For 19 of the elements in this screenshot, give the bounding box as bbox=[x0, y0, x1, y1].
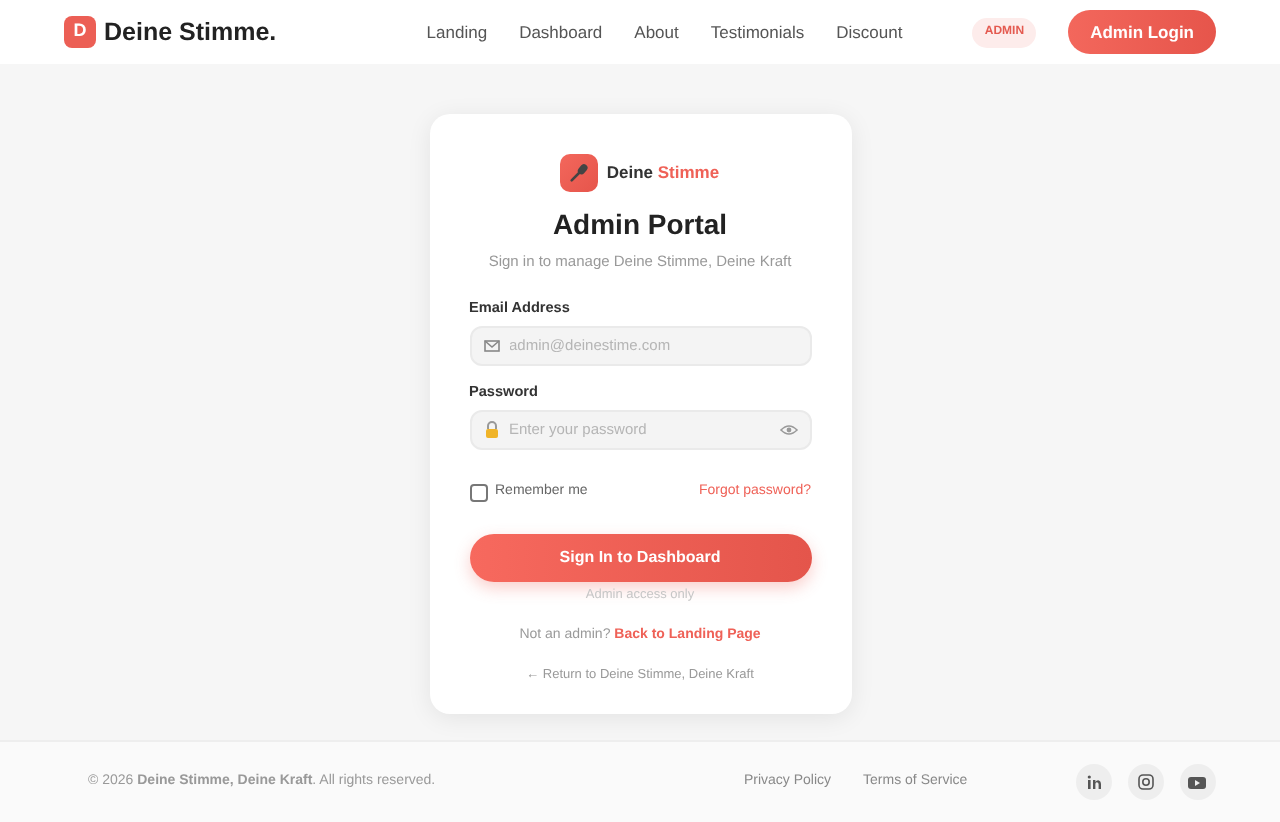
social-play-icon[interactable] bbox=[1179, 764, 1216, 800]
admin-login-button[interactable]: Admin Login bbox=[1068, 9, 1216, 55]
remember-checkbox[interactable] bbox=[469, 483, 487, 502]
card-brand-name: Deine Stimme bbox=[606, 160, 720, 186]
nav-link[interactable]: Testimonials bbox=[710, 19, 805, 45]
nav-link[interactable]: Discount bbox=[836, 19, 903, 45]
eye-icon[interactable] bbox=[779, 423, 797, 436]
social-camera-icon[interactable] bbox=[1127, 764, 1164, 800]
nav-link[interactable]: About bbox=[634, 19, 679, 45]
sign-in-button[interactable]: Sign In to Dashboard bbox=[469, 534, 811, 583]
logo-icon: D bbox=[64, 16, 96, 48]
mail-icon bbox=[483, 338, 499, 353]
microphone-icon bbox=[560, 154, 599, 192]
social-in-icon[interactable] bbox=[1075, 764, 1112, 800]
brand-name: Deine Stimme. bbox=[104, 15, 277, 50]
nav-link[interactable]: Dashboard bbox=[519, 19, 603, 45]
portal-title: Admin Portal bbox=[550, 206, 730, 244]
padlock-icon bbox=[483, 420, 499, 439]
nav-link[interactable]: Landing bbox=[426, 19, 488, 45]
